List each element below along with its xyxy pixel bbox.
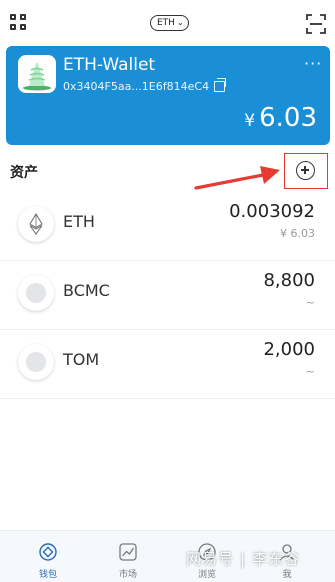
assets-title: 资产 [10, 165, 38, 181]
asset-row[interactable]: BCMC 8,800 ~ [0, 261, 335, 330]
wallet-balance: ¥ 6.03 [244, 103, 317, 133]
asset-row[interactable]: TOM 2,000 ~ [0, 330, 335, 399]
asset-amount: 0.003092 [229, 201, 315, 222]
asset-name: ETH [63, 212, 95, 231]
market-chart-icon [119, 543, 137, 561]
asset-name: BCMC [63, 281, 110, 300]
eth-icon [18, 206, 54, 242]
token-placeholder-icon [18, 275, 54, 311]
grid-icon[interactable] [10, 14, 28, 32]
wallet-address: 0x3404F5aa...1E6f814eC4 [63, 80, 210, 93]
asset-row[interactable]: ETH 0.003092 ¥ 6.03 [0, 192, 335, 261]
add-asset-icon[interactable] [296, 161, 315, 180]
watermark: 网易号 | 李东谷 [186, 550, 301, 568]
copy-icon[interactable] [214, 78, 227, 92]
scan-icon[interactable] [306, 14, 326, 34]
nav-label: 钱包 [38, 570, 57, 580]
nav-label: 市场 [118, 570, 137, 580]
network-label: ETH [157, 18, 175, 28]
asset-value: ¥ 6.03 [280, 227, 315, 240]
wallet-name: ETH-Wallet [63, 55, 156, 75]
watermark-source: 网易号 [186, 550, 235, 568]
asset-name: TOM [63, 350, 100, 369]
watermark-author: 李东谷 [252, 550, 301, 568]
asset-amount: 8,800 [263, 270, 315, 291]
wallet-icon [39, 543, 57, 561]
top-bar: ETH ⌄ [0, 0, 335, 46]
wallet-logo [18, 55, 56, 93]
annotation-highlight-box [284, 153, 328, 189]
currency-symbol: ¥ [244, 111, 256, 131]
wallet-card[interactable]: ETH-Wallet ··· 0x3404F5aa...1E6f814eC4 ¥… [6, 46, 330, 145]
asset-amount: 2,000 [263, 339, 315, 360]
chevron-down-icon: ⌄ [176, 18, 184, 27]
token-placeholder-icon [18, 344, 54, 380]
wallet-address-row[interactable]: 0x3404F5aa...1E6f814eC4 [63, 78, 227, 93]
balance-amount: 6.03 [259, 103, 317, 133]
asset-value: ~ [305, 296, 315, 309]
more-icon[interactable]: ··· [304, 54, 322, 73]
nav-item-market[interactable]: 市场 [98, 531, 158, 582]
network-selector[interactable]: ETH ⌄ [150, 15, 189, 31]
nav-item-wallet[interactable]: 钱包 [18, 531, 78, 582]
asset-value: ~ [305, 365, 315, 378]
